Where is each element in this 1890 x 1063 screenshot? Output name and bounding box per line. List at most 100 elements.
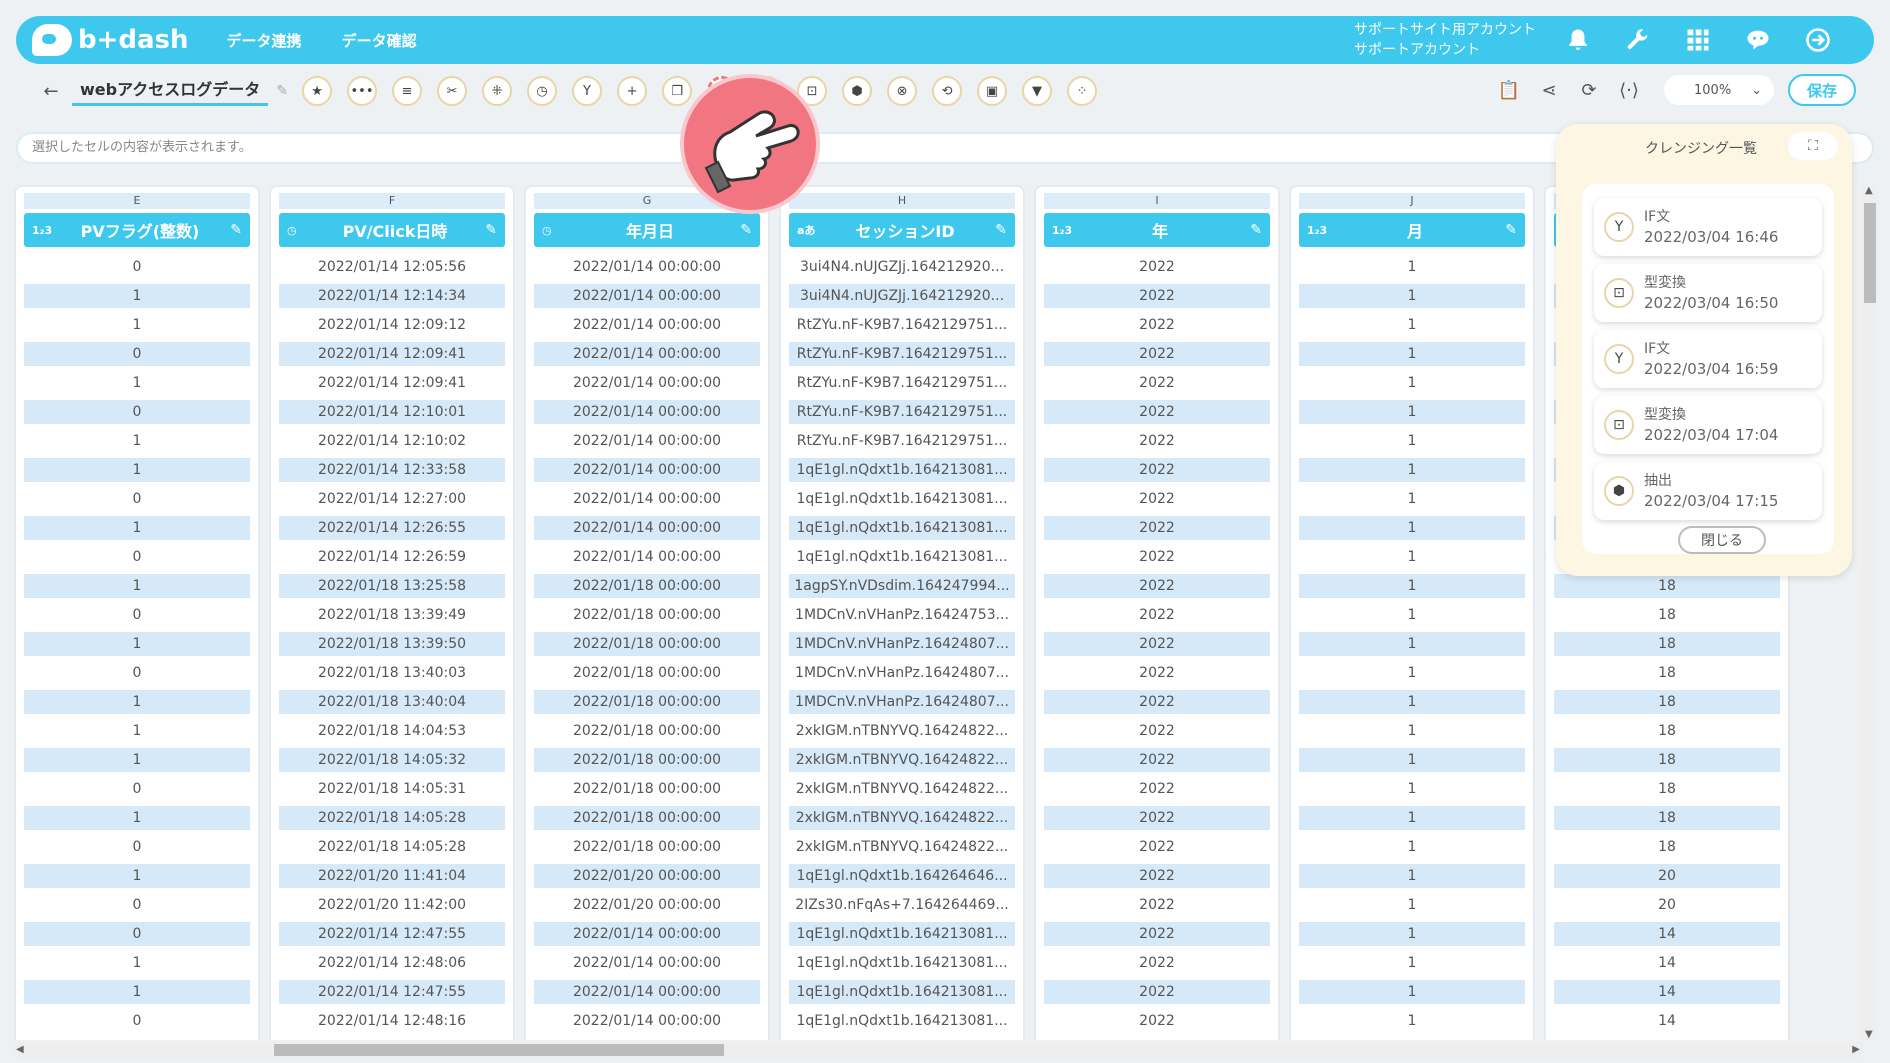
table-cell[interactable]: 2022/01/18 14:05:28: [279, 835, 505, 859]
table-cell[interactable]: 2022/01/14 12:26:55: [279, 516, 505, 540]
column-letter[interactable]: I: [1044, 193, 1270, 209]
table-cell[interactable]: 0: [24, 777, 250, 801]
table-cell[interactable]: 2022/01/18 00:00:00: [534, 632, 760, 656]
table-cell[interactable]: 2022/01/14 12:10:02: [279, 429, 505, 453]
scroll-left-icon[interactable]: ◀: [16, 1044, 24, 1055]
table-cell[interactable]: 2022: [1044, 603, 1270, 627]
expand-icon[interactable]: ⛶: [1788, 132, 1838, 160]
table-cell[interactable]: 2xkIGM.nTBNYVQ.16424822...: [789, 748, 1015, 772]
table-cell[interactable]: 1: [24, 748, 250, 772]
table-cell[interactable]: 0: [24, 400, 250, 424]
table-cell[interactable]: 14: [1554, 951, 1780, 975]
table-cell[interactable]: 1: [1299, 458, 1525, 482]
table-cell[interactable]: 1: [1299, 951, 1525, 975]
table-cell[interactable]: 1: [1299, 893, 1525, 917]
table-cell[interactable]: 2022: [1044, 864, 1270, 888]
table-cell[interactable]: 2022: [1044, 284, 1270, 308]
table-cell[interactable]: 1: [24, 458, 250, 482]
edit-pencil-icon[interactable]: ✎: [479, 222, 497, 238]
table-cell[interactable]: 1: [1299, 371, 1525, 395]
cleansing-history-item[interactable]: ⊡ 型変換 2022/03/04 16:50: [1594, 264, 1822, 322]
table-cell[interactable]: 2022: [1044, 719, 1270, 743]
table-cell[interactable]: 2xkIGM.nTBNYVQ.16424822...: [789, 806, 1015, 830]
extract-icon[interactable]: ⬢: [842, 76, 873, 106]
merge-icon[interactable]: ⁜: [482, 76, 513, 106]
table-cell[interactable]: 18: [1554, 748, 1780, 772]
share-icon[interactable]: ⋖: [1534, 75, 1564, 105]
table-cell[interactable]: 2022: [1044, 574, 1270, 598]
table-cell[interactable]: 2022: [1044, 632, 1270, 656]
table-cell[interactable]: 1: [1299, 777, 1525, 801]
grid-dots-icon[interactable]: ⁘: [1067, 76, 1098, 106]
cut-scissors-icon[interactable]: ✂: [437, 76, 468, 106]
account-info[interactable]: サポートサイト用アカウント サポートアカウント: [1354, 20, 1536, 60]
table-cell[interactable]: 2022/01/18 00:00:00: [534, 748, 760, 772]
table-cell[interactable]: 2022/01/14 00:00:00: [534, 516, 760, 540]
table-cell[interactable]: 18: [1554, 661, 1780, 685]
table-cell[interactable]: 2022: [1044, 980, 1270, 1004]
copy-icon[interactable]: ❐: [662, 76, 693, 106]
table-cell[interactable]: 2022: [1044, 777, 1270, 801]
edit-pencil-icon[interactable]: ✎: [1244, 222, 1262, 238]
table-cell[interactable]: 2022/01/18 13:39:49: [279, 603, 505, 627]
edit-pencil-icon[interactable]: ✎: [734, 222, 752, 238]
table-cell[interactable]: 2022/01/14 12:33:58: [279, 458, 505, 482]
table-cell[interactable]: 1MDCnV.nVHanPz.16424807...: [789, 661, 1015, 685]
table-cell[interactable]: 18: [1554, 835, 1780, 859]
table-cell[interactable]: 1qE1gl.nQdxt1b.164213081...: [789, 980, 1015, 1004]
table-cell[interactable]: 2022/01/18 13:40:03: [279, 661, 505, 685]
table-cell[interactable]: 2022/01/14 12:05:56: [279, 255, 505, 279]
scroll-up-icon[interactable]: ▲: [1865, 185, 1873, 196]
table-cell[interactable]: 1: [24, 371, 250, 395]
table-cell[interactable]: 1qE1gl.nQdxt1b.164213081...: [789, 516, 1015, 540]
table-cell[interactable]: 18: [1554, 806, 1780, 830]
grid-icon[interactable]: [1680, 22, 1716, 58]
table-cell[interactable]: 1: [24, 951, 250, 975]
table-cell[interactable]: 1: [24, 864, 250, 888]
favorite-star-icon[interactable]: ★: [302, 76, 333, 106]
table-cell[interactable]: 1: [1299, 545, 1525, 569]
table-cell[interactable]: 2022/01/14 00:00:00: [534, 313, 760, 337]
table-cell[interactable]: 1qE1gl.nQdxt1b.164213081...: [789, 1009, 1015, 1033]
table-cell[interactable]: 2xkIGM.nTBNYVQ.16424822...: [789, 835, 1015, 859]
table-cell[interactable]: RtZYu.nF-K9B7.1642129751...: [789, 371, 1015, 395]
code-icon[interactable]: ⟨·⟩: [1614, 75, 1644, 105]
table-cell[interactable]: 2022/01/14 12:09:41: [279, 342, 505, 366]
table-cell[interactable]: 1: [1299, 922, 1525, 946]
table-cell[interactable]: 2022: [1044, 313, 1270, 337]
list-icon[interactable]: ≡: [392, 76, 423, 106]
table-cell[interactable]: 1agpSY.nVDsdim.164247994...: [789, 574, 1015, 598]
table-cell[interactable]: 2022/01/14 12:09:12: [279, 313, 505, 337]
table-cell[interactable]: RtZYu.nF-K9B7.1642129751...: [789, 400, 1015, 424]
table-cell[interactable]: 2022/01/14 00:00:00: [534, 980, 760, 1004]
reload-doc-icon[interactable]: ⟳: [1574, 75, 1604, 105]
table-cell[interactable]: 2022/01/20 00:00:00: [534, 893, 760, 917]
table-cell[interactable]: 2022: [1044, 371, 1270, 395]
table-cell[interactable]: 18: [1554, 632, 1780, 656]
scroll-down-icon[interactable]: ▼: [1865, 1029, 1873, 1040]
cleansing-history-item[interactable]: ⊡ 型変換 2022/03/04 17:04: [1594, 396, 1822, 454]
table-cell[interactable]: 20: [1554, 864, 1780, 888]
table-cell[interactable]: 2022/01/14 00:00:00: [534, 458, 760, 482]
cleansing-history-item[interactable]: Y IF文 2022/03/04 16:46: [1594, 198, 1822, 256]
table-cell[interactable]: 2022/01/18 00:00:00: [534, 690, 760, 714]
table-cell[interactable]: 1: [24, 574, 250, 598]
table-cell[interactable]: 14: [1554, 1009, 1780, 1033]
table-cell[interactable]: 0: [24, 835, 250, 859]
delete-x-icon[interactable]: ⊗: [887, 76, 918, 106]
table-cell[interactable]: 2022/01/14 00:00:00: [534, 284, 760, 308]
table-cell[interactable]: 3ui4N4.nUJGZJj.164212920...: [789, 255, 1015, 279]
table-cell[interactable]: 1qE1gl.nQdxt1b.164213081...: [789, 951, 1015, 975]
horizontal-scroll-thumb[interactable]: [274, 1044, 724, 1056]
table-cell[interactable]: 2022/01/14 12:47:55: [279, 922, 505, 946]
table-cell[interactable]: 0: [24, 893, 250, 917]
table-cell[interactable]: 0: [24, 661, 250, 685]
table-cell[interactable]: 2022: [1044, 429, 1270, 453]
table-cell[interactable]: 2022: [1044, 806, 1270, 830]
column-letter[interactable]: H: [789, 193, 1015, 209]
table-cell[interactable]: 2022/01/14 12:14:34: [279, 284, 505, 308]
column-header[interactable]: 1₂3 PVフラグ(整数) ✎: [24, 213, 250, 247]
table-cell[interactable]: 1: [24, 516, 250, 540]
table-cell[interactable]: 18: [1554, 574, 1780, 598]
vertical-scrollbar[interactable]: ▲ ▼: [1862, 185, 1878, 1040]
